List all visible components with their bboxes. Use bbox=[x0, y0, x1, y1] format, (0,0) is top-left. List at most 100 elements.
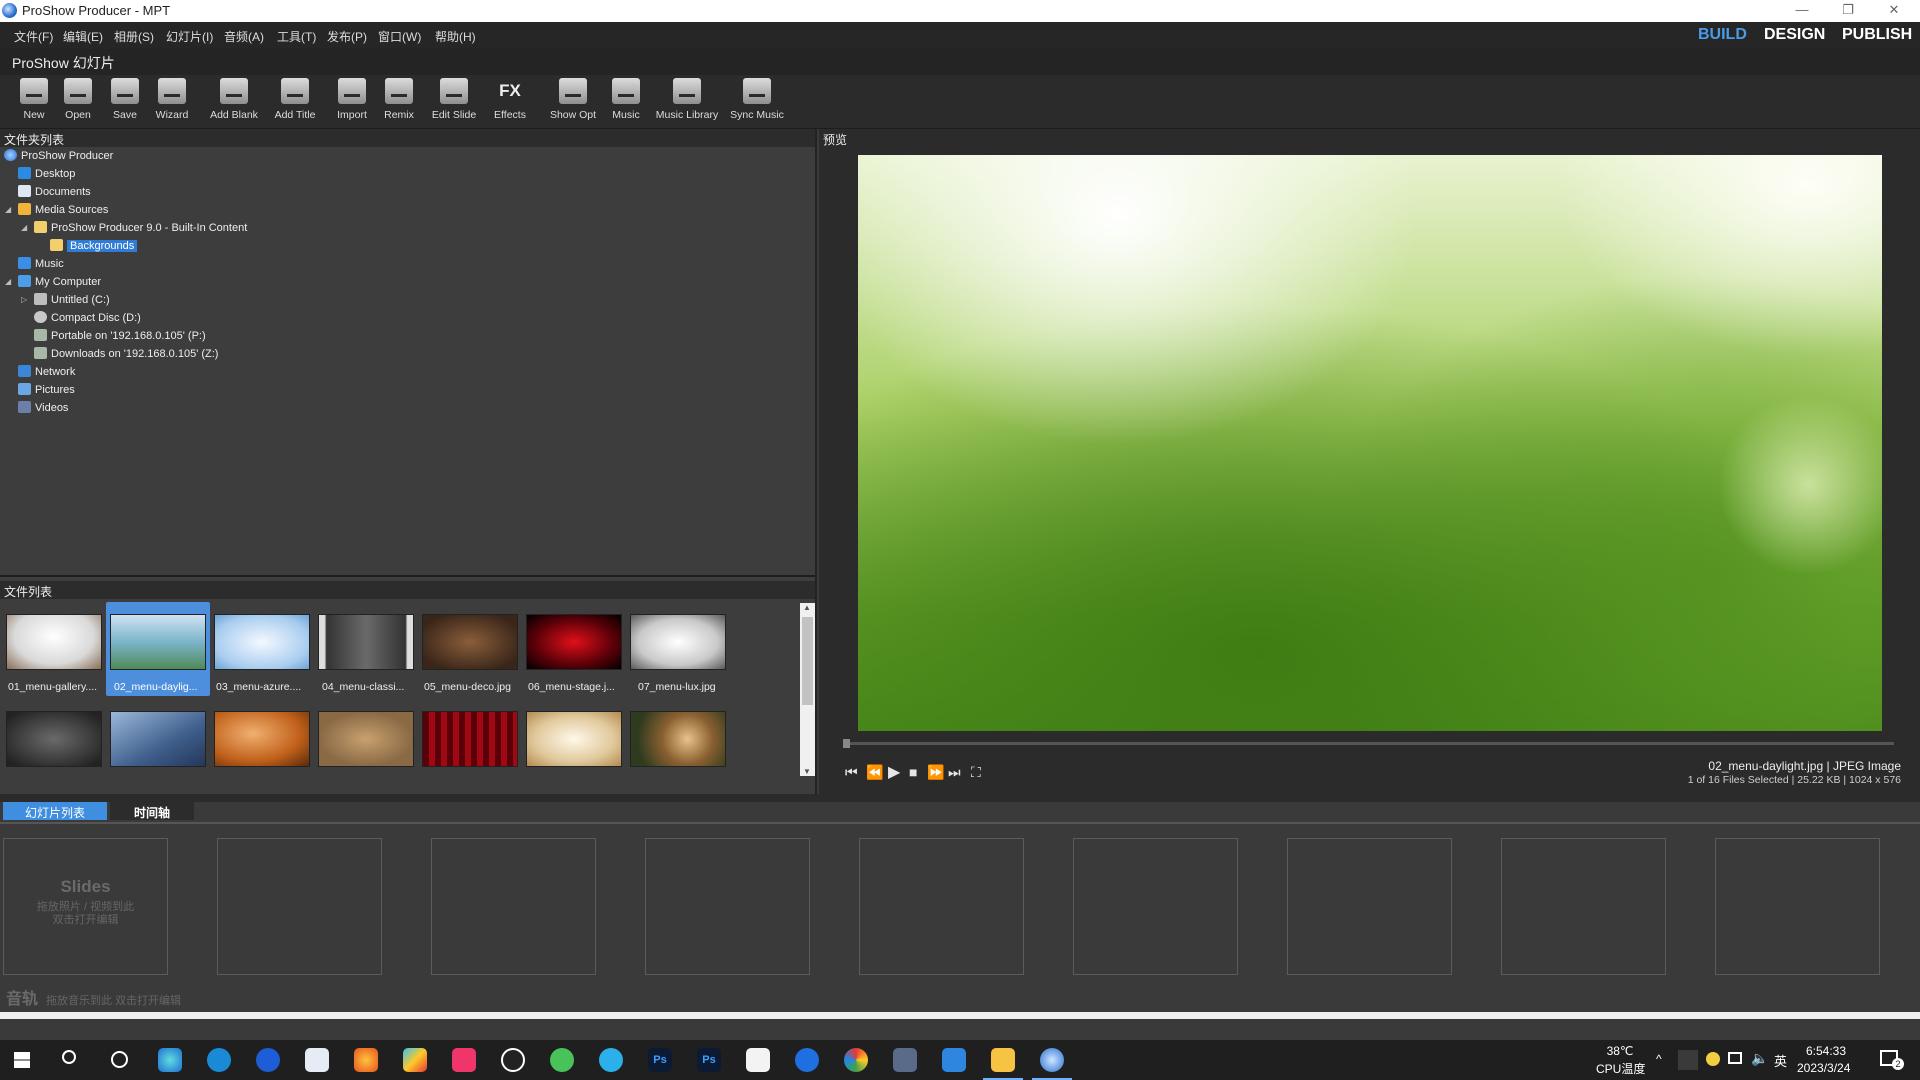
file-thumb-03[interactable] bbox=[214, 614, 310, 670]
wechat-icon[interactable] bbox=[550, 1048, 574, 1072]
menu-audio[interactable]: 音频(A) bbox=[224, 28, 264, 45]
file-thumb-02[interactable] bbox=[110, 614, 206, 670]
design-mode-button[interactable]: DESIGN bbox=[1764, 26, 1825, 44]
tree-item-media-sources[interactable]: ◢ Media Sources bbox=[5, 201, 108, 219]
slide-slot[interactable] bbox=[645, 838, 810, 975]
slide-drop-slot[interactable]: Slides 拖放照片 / 视频到此 双击打开编辑 bbox=[3, 838, 168, 975]
cortana-icon[interactable] bbox=[111, 1051, 128, 1068]
import-button[interactable]: Import bbox=[332, 78, 372, 126]
file-thumb-14[interactable] bbox=[630, 711, 726, 767]
stop-icon[interactable]: ■ bbox=[909, 764, 917, 780]
play-store-icon[interactable] bbox=[403, 1048, 427, 1072]
clock-date[interactable]: 2023/3/24 bbox=[1797, 1061, 1850, 1075]
edge-icon[interactable] bbox=[158, 1048, 182, 1072]
audio-track-hint[interactable]: 拖放音乐到此 双击打开编辑 bbox=[46, 992, 181, 1008]
sync-music-button[interactable]: Sync Music bbox=[728, 78, 786, 126]
slide-slot[interactable] bbox=[1501, 838, 1666, 975]
scrubber-handle[interactable] bbox=[843, 739, 850, 748]
photoshop-icon[interactable]: Ps bbox=[697, 1048, 721, 1072]
slide-slot[interactable] bbox=[1287, 838, 1452, 975]
tree-item-network[interactable]: Network bbox=[18, 363, 75, 381]
app-icon[interactable] bbox=[893, 1048, 917, 1072]
tray-app-icon[interactable] bbox=[1678, 1050, 1698, 1070]
file-thumb-05[interactable] bbox=[422, 614, 518, 670]
fullscreen-icon[interactable]: ⛶ bbox=[971, 764, 981, 781]
menu-help[interactable]: 帮助(H) bbox=[435, 28, 476, 45]
open-button[interactable]: Open bbox=[58, 78, 98, 126]
file-thumb-08[interactable] bbox=[6, 711, 102, 767]
tree-item-documents[interactable]: Documents bbox=[18, 183, 91, 201]
slide-slot[interactable] bbox=[1715, 838, 1880, 975]
file-explorer-icon[interactable] bbox=[991, 1048, 1015, 1072]
remix-button[interactable]: Remix bbox=[379, 78, 419, 126]
app-icon[interactable] bbox=[795, 1048, 819, 1072]
music-button[interactable]: Music bbox=[607, 78, 645, 126]
menu-file[interactable]: 文件(F) bbox=[14, 28, 53, 45]
proshow-taskbar-icon[interactable] bbox=[1040, 1048, 1064, 1072]
tree-item-videos[interactable]: Videos bbox=[18, 399, 68, 417]
new-button[interactable]: New bbox=[14, 78, 54, 126]
slide-slot[interactable] bbox=[431, 838, 596, 975]
menu-slide[interactable]: 幻灯片(I) bbox=[166, 28, 213, 45]
tree-item-backgrounds[interactable]: Backgrounds bbox=[50, 237, 138, 255]
close-button[interactable]: ✕ bbox=[1874, 2, 1914, 18]
file-thumb-12[interactable] bbox=[422, 711, 518, 767]
restore-button[interactable]: ❐ bbox=[1828, 2, 1868, 18]
slide-slot[interactable] bbox=[859, 838, 1024, 975]
effects-button[interactable]: FX Effects bbox=[490, 78, 530, 126]
clock-time[interactable]: 6:54:33 bbox=[1800, 1044, 1852, 1058]
menu-edit[interactable]: 编辑(E) bbox=[63, 28, 103, 45]
minimize-button[interactable]: — bbox=[1782, 2, 1822, 17]
tree-item-desktop[interactable]: Desktop bbox=[18, 165, 75, 183]
app-icon[interactable] bbox=[942, 1048, 966, 1072]
scroll-up-icon[interactable]: ▲ bbox=[803, 603, 811, 612]
tree-item-drive-c[interactable]: ▷ Untitled (C:) bbox=[21, 291, 110, 309]
expanded-arrow-icon[interactable]: ◢ bbox=[5, 273, 11, 291]
publish-mode-button[interactable]: PUBLISH bbox=[1842, 26, 1912, 44]
tray-app-icon[interactable] bbox=[1706, 1052, 1720, 1066]
qq-icon[interactable] bbox=[501, 1048, 525, 1072]
play-icon[interactable]: ▶ bbox=[888, 762, 900, 782]
notepad-icon[interactable] bbox=[305, 1048, 329, 1072]
tree-item-drive-p[interactable]: Portable on '192.168.0.105' (P:) bbox=[34, 327, 206, 345]
file-thumb-01[interactable] bbox=[6, 614, 102, 670]
edit-slide-button[interactable]: Edit Slide bbox=[430, 78, 478, 126]
collapsed-arrow-icon[interactable]: ▷ bbox=[21, 291, 27, 309]
ie-icon[interactable] bbox=[207, 1048, 231, 1072]
volume-icon[interactable]: 🔈 bbox=[1751, 1050, 1768, 1067]
scrollbar-thumb[interactable] bbox=[802, 617, 813, 705]
slide-slot[interactable] bbox=[217, 838, 382, 975]
file-thumb-13[interactable] bbox=[526, 711, 622, 767]
tab-timeline[interactable]: 时间轴 bbox=[110, 802, 194, 820]
add-title-button[interactable]: Add Title bbox=[272, 78, 318, 126]
add-blank-button[interactable]: Add Blank bbox=[208, 78, 260, 126]
preview-scrubber[interactable] bbox=[846, 742, 1894, 745]
file-thumb-07[interactable] bbox=[630, 614, 726, 670]
skip-to-end-icon[interactable]: ⏭ bbox=[948, 764, 961, 781]
skip-to-start-icon[interactable]: ⏮ bbox=[845, 764, 858, 781]
network-status-icon[interactable] bbox=[1728, 1052, 1742, 1064]
file-list-scrollbar[interactable]: ▲ ▼ bbox=[800, 603, 815, 776]
tree-item-pictures[interactable]: Pictures bbox=[18, 381, 75, 399]
build-mode-button[interactable]: BUILD bbox=[1698, 26, 1747, 44]
video-app-icon[interactable] bbox=[452, 1048, 476, 1072]
wizard-button[interactable]: Wizard bbox=[152, 78, 192, 126]
menu-publish[interactable]: 发布(P) bbox=[327, 28, 367, 45]
ime-indicator[interactable]: 英 bbox=[1774, 1051, 1787, 1070]
show-options-button[interactable]: Show Opt bbox=[547, 78, 599, 126]
scroll-down-icon[interactable]: ▼ bbox=[803, 767, 811, 776]
file-thumb-11[interactable] bbox=[318, 711, 414, 767]
slide-slot[interactable] bbox=[1073, 838, 1238, 975]
music-library-button[interactable]: Music Library bbox=[654, 78, 720, 126]
tree-item-music[interactable]: Music bbox=[18, 255, 64, 273]
fast-forward-icon[interactable]: ⏩ bbox=[927, 764, 944, 781]
chrome-icon[interactable] bbox=[844, 1048, 868, 1072]
tray-expand-icon[interactable]: ^ bbox=[1656, 1052, 1662, 1066]
expanded-arrow-icon[interactable]: ◢ bbox=[21, 219, 27, 237]
menu-tools[interactable]: 工具(T) bbox=[277, 28, 316, 45]
file-thumb-10[interactable] bbox=[214, 711, 310, 767]
tab-slide-list[interactable]: 幻灯片列表 bbox=[3, 802, 107, 820]
app-icon[interactable] bbox=[746, 1048, 770, 1072]
file-thumb-06[interactable] bbox=[526, 614, 622, 670]
search-icon[interactable] bbox=[62, 1050, 76, 1064]
